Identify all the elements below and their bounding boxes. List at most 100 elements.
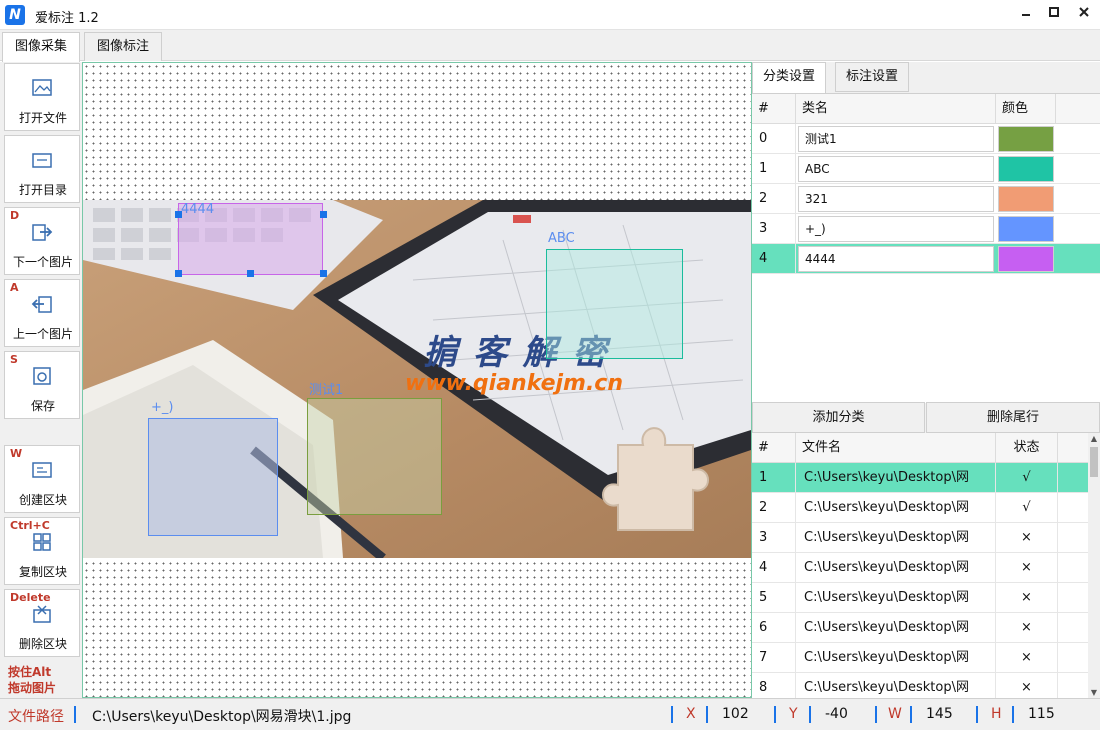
resize-handle[interactable] bbox=[175, 211, 182, 218]
scroll-up-icon[interactable]: ▲ bbox=[1089, 434, 1099, 443]
status-bar: 文件路径 C:\Users\keyu\Desktop\网易滑块\1.jpg X … bbox=[0, 698, 1100, 730]
file-row[interactable]: 4 C:\Users\keyu\Desktop\网 × bbox=[752, 553, 1088, 583]
class-name-field[interactable]: ABC bbox=[798, 156, 994, 182]
tab-class-settings[interactable]: 分类设置 bbox=[752, 62, 827, 93]
separator bbox=[1012, 706, 1014, 723]
alt-hint-line2: 拖动图片 bbox=[8, 681, 57, 695]
class-button-row: 添加分类 删除尾行 bbox=[752, 402, 1100, 433]
class-row-num: 3 bbox=[752, 214, 796, 244]
file-table: # 文件名 状态 1 C:\Users\keyu\Desktop\网 √ 2 C:\Us… bbox=[752, 433, 1100, 698]
class-color-swatch[interactable] bbox=[998, 186, 1054, 212]
prev-arrow-icon bbox=[31, 296, 52, 313]
class-row[interactable]: 2 321 bbox=[752, 184, 1100, 214]
w-value: 145 bbox=[926, 706, 953, 722]
create-box-shortcut: W bbox=[10, 447, 23, 460]
open-file-button[interactable]: 打开文件 bbox=[4, 63, 80, 131]
annotation-box-plus[interactable] bbox=[148, 418, 278, 536]
file-row[interactable]: 5 C:\Users\keyu\Desktop\网 × bbox=[752, 583, 1088, 613]
resize-handle[interactable] bbox=[175, 270, 182, 277]
title-bar: N 爱标注 1.2 bbox=[0, 0, 1100, 30]
class-row[interactable]: 1 ABC bbox=[752, 154, 1100, 184]
class-row-num: 2 bbox=[752, 184, 796, 214]
copy-box-label: 复制区块 bbox=[18, 565, 67, 579]
separator bbox=[875, 706, 877, 723]
folder-icon bbox=[32, 153, 52, 168]
class-row-num: 4 bbox=[752, 244, 796, 274]
copy-icon bbox=[33, 533, 51, 551]
class-row[interactable]: 0 测试1 bbox=[752, 124, 1100, 154]
file-row-num: 2 bbox=[752, 493, 796, 523]
class-name-field[interactable]: +_) bbox=[798, 216, 994, 242]
file-row-name: C:\Users\keyu\Desktop\网 bbox=[796, 553, 996, 583]
annotation-label-plus: +_) bbox=[151, 400, 174, 415]
open-dir-button[interactable]: 打开目录 bbox=[4, 135, 80, 203]
alt-hint-line1: 按住Alt bbox=[8, 665, 52, 679]
file-row-num: 6 bbox=[752, 613, 796, 643]
class-row[interactable]: 4 4444 bbox=[752, 244, 1100, 274]
file-row-num: 4 bbox=[752, 553, 796, 583]
file-row-name: C:\Users\keyu\Desktop\网 bbox=[796, 643, 996, 673]
resize-handle[interactable] bbox=[320, 211, 327, 218]
next-image-shortcut: D bbox=[10, 209, 20, 222]
resize-handle[interactable] bbox=[247, 270, 254, 277]
scroll-down-icon[interactable]: ▼ bbox=[1089, 688, 1099, 697]
class-name-field[interactable]: 测试1 bbox=[798, 126, 994, 152]
window-title: 爱标注 1.2 bbox=[35, 11, 99, 26]
prev-image-button[interactable]: A 上一个图片 bbox=[4, 279, 80, 347]
separator bbox=[706, 706, 708, 723]
file-row-num: 1 bbox=[752, 463, 796, 493]
file-row[interactable]: 1 C:\Users\keyu\Desktop\网 √ bbox=[752, 463, 1088, 493]
next-image-button[interactable]: D 下一个图片 bbox=[4, 207, 80, 275]
class-row-num: 0 bbox=[752, 124, 796, 154]
file-row[interactable]: 8 C:\Users\keyu\Desktop\网 × bbox=[752, 673, 1088, 698]
create-box-button[interactable]: W 创建区块 bbox=[4, 445, 80, 513]
tab-annotation-settings[interactable]: 标注设置 bbox=[835, 62, 910, 92]
delete-icon bbox=[33, 605, 51, 623]
tab-image-annotate[interactable]: 图像标注 bbox=[84, 32, 163, 61]
class-color-swatch[interactable] bbox=[998, 216, 1054, 242]
file-row[interactable]: 6 C:\Users\keyu\Desktop\网 × bbox=[752, 613, 1088, 643]
class-row[interactable]: 3 +_) bbox=[752, 214, 1100, 244]
class-color-swatch[interactable] bbox=[998, 126, 1054, 152]
class-name-field[interactable]: 321 bbox=[798, 186, 994, 212]
add-class-button[interactable]: 添加分类 bbox=[752, 402, 925, 433]
file-row-status: × bbox=[996, 643, 1058, 673]
close-icon[interactable] bbox=[1070, 4, 1098, 26]
file-list-scrollbar[interactable]: ▲ ▼ bbox=[1088, 433, 1100, 698]
tab-image-capture[interactable]: 图像采集 bbox=[2, 32, 81, 62]
file-row[interactable]: 3 C:\Users\keyu\Desktop\网 × bbox=[752, 523, 1088, 553]
scroll-thumb[interactable] bbox=[1090, 447, 1098, 477]
file-header-name: 文件名 bbox=[796, 433, 996, 463]
watermark-url: www.qiankejm.cn bbox=[405, 371, 624, 396]
maximize-icon[interactable] bbox=[1040, 4, 1068, 26]
file-row[interactable]: 2 C:\Users\keyu\Desktop\网 √ bbox=[752, 493, 1088, 523]
copy-box-button[interactable]: Ctrl+C 复制区块 bbox=[4, 517, 80, 585]
save-icon bbox=[33, 367, 51, 385]
file-header-filler bbox=[1058, 433, 1088, 463]
delete-box-button[interactable]: Delete 删除区块 bbox=[4, 589, 80, 657]
save-button[interactable]: S 保存 bbox=[4, 351, 80, 419]
annotation-box-abc[interactable] bbox=[546, 249, 683, 359]
file-row-status: √ bbox=[996, 493, 1058, 523]
save-shortcut: S bbox=[10, 353, 18, 366]
class-color-swatch[interactable] bbox=[998, 246, 1054, 272]
file-row-name: C:\Users\keyu\Desktop\网 bbox=[796, 583, 996, 613]
minimize-icon[interactable] bbox=[1012, 4, 1040, 26]
class-row-num: 1 bbox=[752, 154, 796, 184]
file-path-value: C:\Users\keyu\Desktop\网易滑块\1.jpg bbox=[92, 709, 352, 725]
separator bbox=[774, 706, 776, 723]
file-row-name: C:\Users\keyu\Desktop\网 bbox=[796, 493, 996, 523]
file-row-name: C:\Users\keyu\Desktop\网 bbox=[796, 613, 996, 643]
file-row-num: 7 bbox=[752, 643, 796, 673]
file-row-status: × bbox=[996, 553, 1058, 583]
x-value: 102 bbox=[722, 706, 749, 722]
class-name-field[interactable]: 4444 bbox=[798, 246, 994, 272]
resize-handle[interactable] bbox=[320, 270, 327, 277]
class-color-swatch[interactable] bbox=[998, 156, 1054, 182]
annotation-box-test1[interactable] bbox=[307, 398, 442, 515]
annotation-canvas[interactable]: 掮 客 解 密 www.qiankejm.cn 4444 ABC 测试1 +_) bbox=[82, 62, 752, 698]
delete-last-row-button[interactable]: 删除尾行 bbox=[926, 402, 1100, 433]
separator bbox=[910, 706, 912, 723]
mode-tabs: 图像采集 图像标注 bbox=[0, 30, 1100, 62]
file-row[interactable]: 7 C:\Users\keyu\Desktop\网 × bbox=[752, 643, 1088, 673]
